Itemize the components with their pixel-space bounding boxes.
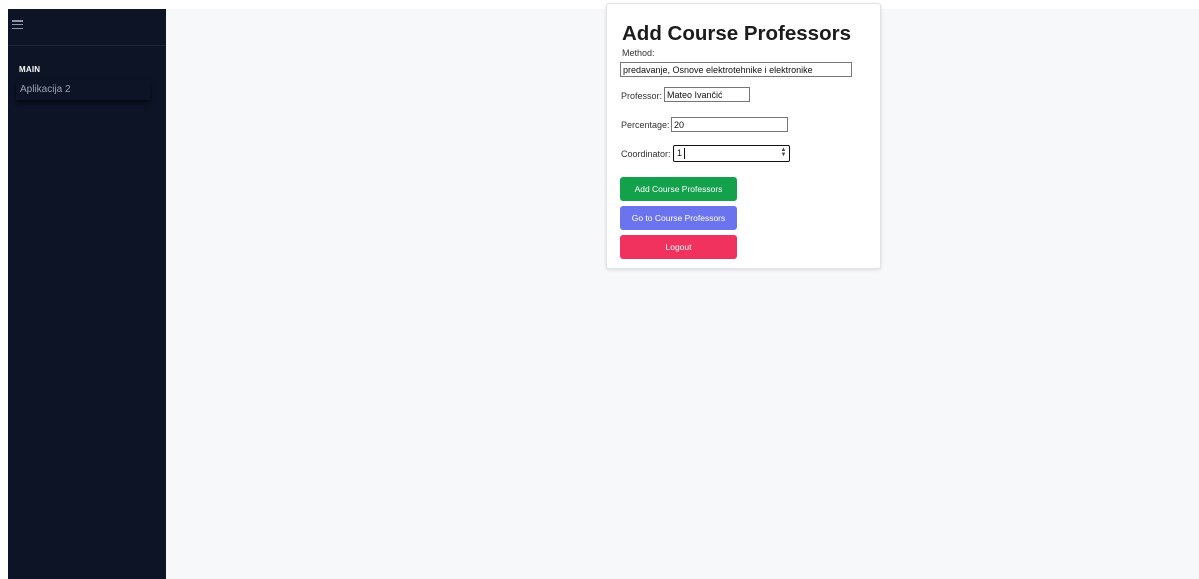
go-to-course-professors-button[interactable]: Go to Course Professors [620,206,737,230]
sidebar-section-label: MAIN [19,65,41,74]
text-cursor [684,148,685,159]
app-frame: MAIN Aplikacija 2 Add Course Professors … [8,3,1199,579]
percentage-label: Percentage: [621,120,670,130]
coordinator-stepper[interactable]: 1 ▲ ▼ [673,145,790,162]
hamburger-menu-icon[interactable] [12,20,23,29]
page-title: Add Course Professors [622,22,851,45]
coordinator-label: Coordinator: [621,149,671,159]
professor-label: Professor: [621,91,663,101]
sidebar: MAIN Aplikacija 2 [8,9,166,579]
logout-button[interactable]: Logout [620,235,737,259]
add-course-professors-form: Add Course Professors Method: Professor:… [606,3,881,269]
percentage-field[interactable] [671,117,788,132]
sidebar-divider [8,45,166,46]
stepper-arrows-icon[interactable]: ▲ ▼ [780,147,787,158]
method-field[interactable] [620,62,852,77]
professor-field[interactable] [664,87,750,102]
coordinator-value: 1 [677,148,683,158]
sidebar-item-aplikacija-2[interactable]: Aplikacija 2 [16,80,150,100]
add-course-professors-button[interactable]: Add Course Professors [620,177,737,201]
method-label: Method: [622,48,655,58]
